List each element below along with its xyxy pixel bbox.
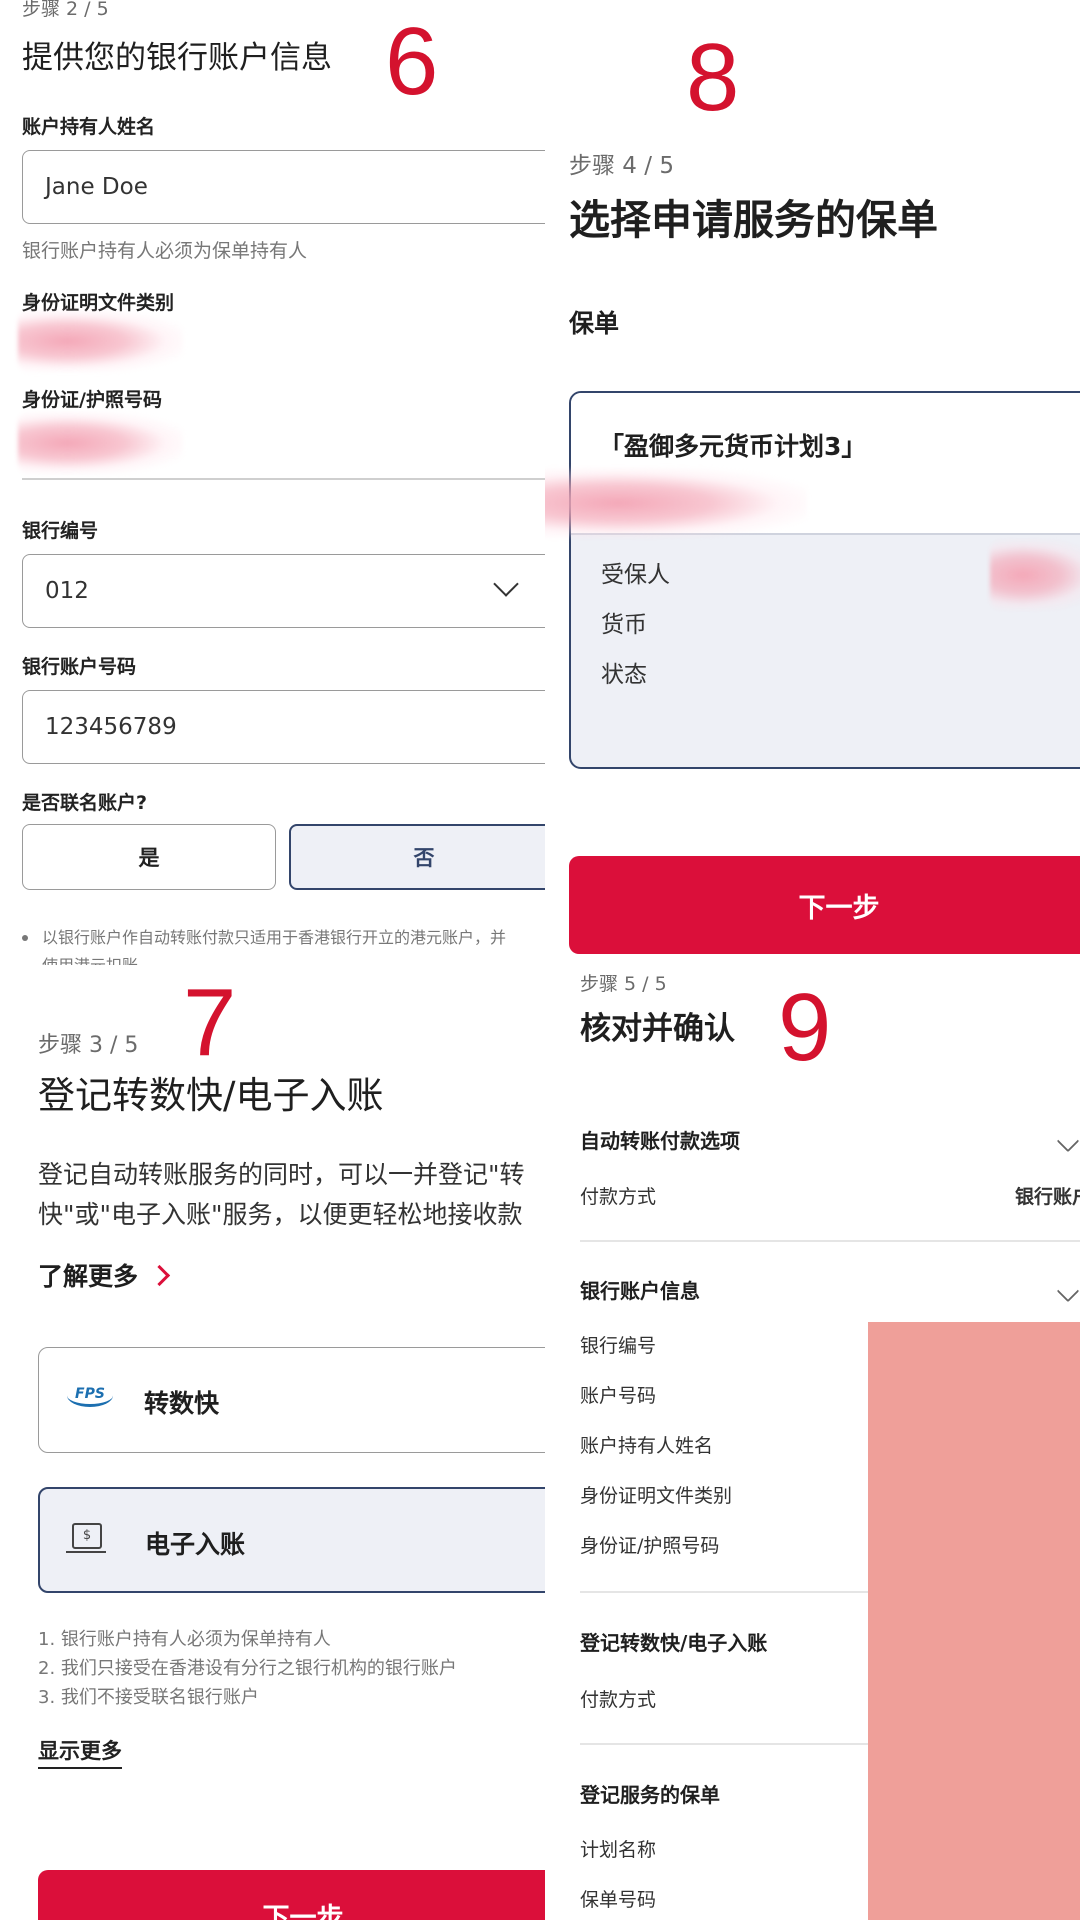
auto-pay-section-title: 自动转账付款选项 xyxy=(580,1129,740,1153)
redacted-insured-name xyxy=(990,540,1080,610)
note-2: 2. 我们只接受在香港设有分行之银行机构的银行账户 xyxy=(38,1658,457,1679)
learn-more-link[interactable]: 了解更多 xyxy=(38,1257,171,1293)
bank-code-label: 银行编号 xyxy=(22,520,99,542)
joint-account-label: 是否联名账户? xyxy=(22,792,148,814)
holder-name-hint: 银行账户持有人必须为保单持有人 xyxy=(22,240,308,262)
laptop-dollar-icon: $ xyxy=(72,1523,102,1549)
policy-section-title: 登记服务的保单 xyxy=(580,1783,720,1807)
page-title: 选择申请服务的保单 xyxy=(569,196,938,244)
edit-pencil-icon[interactable] xyxy=(1056,1129,1080,1153)
insured-label: 受保人 xyxy=(601,562,670,588)
description-line1: 登记自动转账服务的同时，可以一并登记"转 xyxy=(38,1160,525,1189)
bank-code-value: 012 xyxy=(45,578,89,604)
redacted-id-type xyxy=(18,310,183,372)
status-label: 状态 xyxy=(601,662,647,688)
page-title: 核对并确认 xyxy=(580,1011,735,1047)
section-label: 保单 xyxy=(569,309,620,338)
redacted-id-number xyxy=(18,412,183,474)
step-indicator: 步骤 5 / 5 xyxy=(580,973,667,995)
id-type-label: 身份证明文件类别 xyxy=(580,1485,733,1507)
next-button[interactable]: 下一步 xyxy=(38,1870,545,1920)
holder-name-field[interactable]: Jane Doe xyxy=(22,150,545,224)
next-button[interactable]: 下一步 xyxy=(569,856,1080,954)
next-button-label: 下一步 xyxy=(798,892,880,924)
joint-no-label: 否 xyxy=(413,846,435,870)
account-number-label: 银行账户号码 xyxy=(22,656,137,678)
step-marker-6: 6 xyxy=(385,8,439,115)
fps-section-title: 登记转数快/电子入账 xyxy=(580,1631,768,1655)
id-number-label: 身份证/护照号码 xyxy=(580,1535,720,1557)
auto-pay-note-cut: 使用港元扣账 xyxy=(42,952,138,965)
panel-step5-review: 步骤 5 / 5 核对并确认 自动转账付款选项 付款方式 银行账户 银行账户信息… xyxy=(560,965,1080,1920)
bullet-dot xyxy=(22,935,28,941)
step-indicator: 步骤 3 / 5 xyxy=(38,1033,139,1058)
bank-code-select[interactable]: 012 xyxy=(22,554,545,628)
step-indicator: 步骤 2 / 5 xyxy=(22,0,109,20)
step-marker-9: 9 xyxy=(778,974,832,1081)
redacted-policy-number xyxy=(545,468,807,538)
edda-option[interactable]: $ 电子入账 xyxy=(38,1487,545,1593)
plan-name-label: 计划名称 xyxy=(580,1839,657,1861)
account-number-value: 123456789 xyxy=(45,714,177,740)
joint-yes-label: 是 xyxy=(138,846,160,870)
redaction-block xyxy=(868,1322,1080,1920)
step-marker-8: 8 xyxy=(686,24,740,131)
currency-label: 货币 xyxy=(601,612,647,638)
auto-pay-note: 以银行账户作自动转账付款只适用于香港银行开立的港元账户，并 xyxy=(42,928,507,947)
page-title: 提供您的银行账户信息 xyxy=(22,40,332,76)
panel-step4-select-policy: 步骤 4 / 5 选择申请服务的保单 保单 「盈御多元货币计划3」 受保人 货币… xyxy=(545,0,1080,965)
plan-name: 「盈御多元货币计划3」 xyxy=(599,432,867,461)
account-number-label: 账户号码 xyxy=(580,1385,657,1407)
section-divider xyxy=(580,1240,1080,1242)
note-3: 3. 我们不接受联名银行账户 xyxy=(38,1687,259,1708)
chevron-right-icon xyxy=(148,1264,171,1286)
joint-no-button[interactable]: 否 xyxy=(289,824,545,890)
policy-number-label: 保单号码 xyxy=(580,1889,657,1911)
holder-name-label: 账户持有人姓名 xyxy=(580,1435,714,1457)
fps-payment-method-label: 付款方式 xyxy=(580,1689,657,1711)
bank-info-section-title: 银行账户信息 xyxy=(580,1279,700,1303)
chevron-down-icon xyxy=(493,571,519,597)
holder-name-value: Jane Doe xyxy=(45,174,148,200)
step-indicator: 步骤 4 / 5 xyxy=(569,153,674,179)
next-button-label: 下一步 xyxy=(262,1903,344,1920)
id-number-label: 身份证/护照号码 xyxy=(22,389,162,411)
edit-pencil-icon[interactable] xyxy=(1056,1279,1080,1303)
fps-icon: FPS xyxy=(67,1384,113,1407)
step-marker-7: 7 xyxy=(183,969,237,1076)
learn-more-label: 了解更多 xyxy=(38,1262,139,1291)
payment-method-value: 银行账户 xyxy=(1015,1186,1080,1208)
fps-option[interactable]: FPS 转数快 xyxy=(38,1347,545,1453)
panel-step2-bank-info: 步骤 2 / 5 提供您的银行账户信息 账户持有人姓名 Jane Doe 银行账… xyxy=(0,0,545,965)
account-number-field[interactable]: 123456789 xyxy=(22,690,545,764)
fps-label: 转数快 xyxy=(144,1389,220,1418)
id-number-underline xyxy=(22,478,545,480)
joint-yes-button[interactable]: 是 xyxy=(22,824,276,890)
show-more-link[interactable]: 显示更多 xyxy=(38,1735,122,1769)
laptop-base xyxy=(66,1551,106,1553)
description-line2: 快"或"电子入账"服务，以便更轻松地接收款 xyxy=(38,1200,523,1229)
panel-step3-fps-edda: 步骤 3 / 5 登记转数快/电子入账 登记自动转账服务的同时，可以一并登记"转… xyxy=(0,965,545,1920)
bank-code-label: 银行编号 xyxy=(580,1335,657,1357)
note-1: 1. 银行账户持有人必须为保单持有人 xyxy=(38,1629,331,1650)
holder-name-label: 账户持有人姓名 xyxy=(22,116,156,138)
edda-label: 电子入账 xyxy=(145,1530,246,1559)
payment-method-label: 付款方式 xyxy=(580,1186,657,1208)
